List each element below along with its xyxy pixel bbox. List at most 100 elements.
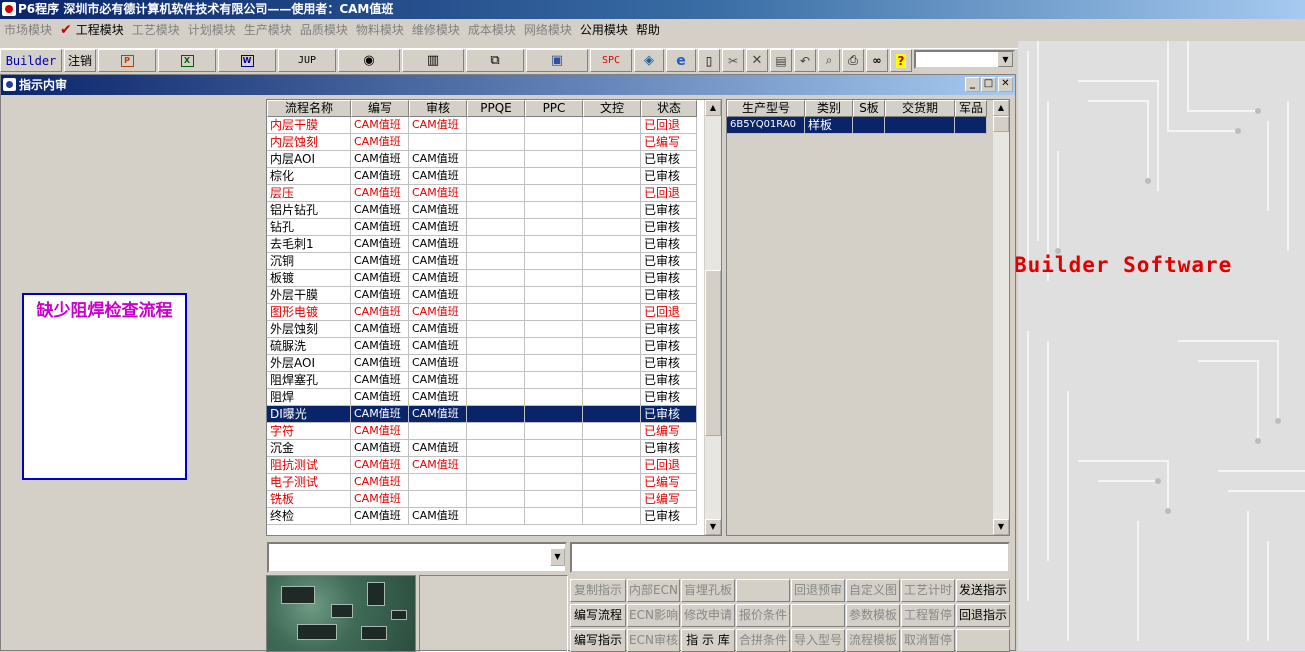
column-header[interactable]: 军品 — [955, 100, 987, 117]
column-header[interactable]: PPQE — [467, 100, 525, 117]
action-button[interactable]: ECN审核 — [627, 629, 680, 652]
action-button[interactable]: 发送指示 — [956, 579, 1010, 602]
scroll-thumb[interactable] — [993, 116, 1009, 132]
menu-item[interactable]: 工程模块 — [72, 19, 128, 41]
chevron-down-icon[interactable]: ▼ — [998, 52, 1013, 67]
action-button[interactable]: 修改申请 — [681, 604, 735, 627]
column-header[interactable]: 编写 — [351, 100, 409, 117]
column-header[interactable]: PPC — [525, 100, 583, 117]
preview-button[interactable]: ⌕ — [818, 49, 840, 72]
column-header[interactable]: 类别 — [805, 100, 853, 117]
model-grid[interactable]: 生产型号 类别 S板 交货期 军品 6B5YQ01RA0 样板 ▲ ▼ — [726, 99, 1010, 536]
column-header[interactable]: 交货期 — [885, 100, 955, 117]
menu-item[interactable]: 物料模块 — [352, 19, 408, 41]
maximize-button[interactable]: □ — [981, 77, 996, 92]
action-button[interactable]: 参数模板 — [846, 604, 900, 627]
action-button[interactable]: 流程模板 — [846, 629, 900, 652]
undo-button[interactable]: ↶ — [794, 49, 816, 72]
view-button[interactable]: ◉ — [338, 49, 400, 72]
column-header[interactable]: 文控 — [583, 100, 641, 117]
column-header[interactable]: S板 — [853, 100, 885, 117]
menu-item[interactable]: 帮助 — [632, 19, 664, 41]
package-button[interactable]: ◈ — [634, 49, 664, 72]
table-cell: CAM值班 — [351, 321, 409, 338]
column-header[interactable]: 审核 — [409, 100, 467, 117]
table-cell — [525, 287, 583, 304]
word-button[interactable]: W — [218, 49, 276, 72]
menu-item[interactable]: 生产模块 — [240, 19, 296, 41]
menu-item[interactable]: 成本模块 — [464, 19, 520, 41]
find-button[interactable]: ∞ — [866, 49, 888, 72]
model-grid-scrollbar[interactable]: ▲ ▼ — [992, 100, 1009, 535]
help-button[interactable]: ? — [890, 49, 912, 72]
menu-item[interactable]: 工艺模块 — [128, 19, 184, 41]
chevron-down-icon[interactable]: ▼ — [550, 548, 565, 566]
table-cell — [583, 440, 641, 457]
table-cell: 已审核 — [641, 355, 697, 372]
flow-grid-scrollbar[interactable]: ▲ ▼ — [704, 100, 721, 535]
table-cell: CAM值班 — [351, 219, 409, 236]
scroll-up-button[interactable]: ▲ — [705, 100, 721, 116]
delete-button[interactable]: ✕ — [746, 49, 768, 72]
browser-button[interactable]: e — [666, 49, 696, 72]
logout-button[interactable]: 注销 — [64, 49, 96, 72]
action-button[interactable]: 内部ECN — [627, 579, 680, 602]
action-button[interactable]: 复制指示 — [570, 579, 626, 602]
print-button[interactable]: ⎙ — [842, 49, 864, 72]
action-button[interactable]: 合拼条件 — [736, 629, 790, 652]
action-button[interactable]: 工艺计时 — [901, 579, 955, 602]
action-button[interactable]: 编写指示 — [570, 629, 626, 652]
cut-button[interactable]: ✂ — [722, 49, 744, 72]
spc-button[interactable]: SPC — [590, 49, 632, 72]
action-button[interactable]: 指 示 库 — [681, 629, 735, 652]
action-button[interactable]: 自定义图 — [846, 579, 900, 602]
database-button[interactable]: ▥ — [402, 49, 464, 72]
powerpoint-button[interactable]: P — [98, 49, 156, 72]
action-button[interactable] — [736, 579, 790, 602]
action-button[interactable] — [791, 604, 845, 627]
action-button[interactable]: 盲埋孔板 — [681, 579, 735, 602]
computer-button[interactable]: ▣ — [526, 49, 588, 72]
table-cell — [525, 389, 583, 406]
action-button[interactable] — [956, 629, 1010, 652]
jup-button[interactable]: JUP — [278, 49, 336, 72]
action-button[interactable]: 工程暂停 — [901, 604, 955, 627]
column-header[interactable]: 生产型号 — [727, 100, 805, 117]
scroll-down-button[interactable]: ▼ — [993, 519, 1009, 535]
table-cell: CAM值班 — [409, 287, 467, 304]
scroll-up-button[interactable]: ▲ — [993, 100, 1009, 116]
action-button[interactable]: 回退指示 — [956, 604, 1010, 627]
menu-item[interactable]: 市场模块 — [0, 19, 56, 41]
scroll-down-button[interactable]: ▼ — [705, 519, 721, 535]
toolbar-dropdown[interactable]: ▼ — [914, 50, 1015, 69]
minimize-button[interactable]: _ — [965, 77, 980, 92]
scroll-thumb[interactable] — [705, 270, 721, 436]
menu-item[interactable]: 维修模块 — [408, 19, 464, 41]
close-button[interactable]: ✕ — [998, 77, 1013, 92]
table-cell: CAM值班 — [351, 202, 409, 219]
excel-button[interactable]: X — [158, 49, 216, 72]
menu-item[interactable]: 品质模块 — [296, 19, 352, 41]
action-button[interactable]: 编写流程 — [570, 604, 626, 627]
action-button[interactable]: ECN影响 — [627, 604, 680, 627]
menu-item[interactable]: 网络模块 — [520, 19, 576, 41]
action-button[interactable]: 导入型号 — [791, 629, 845, 652]
column-header[interactable]: 流程名称 — [267, 100, 351, 117]
instruction-input[interactable] — [570, 542, 1010, 573]
menu-item[interactable]: 公用模块 — [576, 19, 632, 41]
save-button[interactable]: ▤ — [770, 49, 792, 72]
action-button[interactable]: 取消暂停 — [901, 629, 955, 652]
column-header[interactable]: 状态 — [641, 100, 697, 117]
table-cell: CAM值班 — [409, 253, 467, 270]
menu-item[interactable]: 计划模块 — [184, 19, 240, 41]
flow-select[interactable]: ▼ — [267, 542, 567, 573]
action-button[interactable]: 报价条件 — [736, 604, 790, 627]
network-button[interactable]: ⧉ — [466, 49, 524, 72]
action-button[interactable]: 回退预审 — [791, 579, 845, 602]
flow-grid[interactable]: 流程名称 编写 审核 PPQE PPC 文控 状态 内层干膜 CAM值班 CAM值班 已回退 内层蚀刻… — [266, 99, 722, 536]
table-cell: 已审核 — [641, 406, 697, 423]
new-button[interactable]: ▯ — [698, 49, 720, 72]
builder-button[interactable]: Builder — [0, 49, 62, 72]
table-cell: CAM值班 — [351, 474, 409, 491]
table-cell — [583, 236, 641, 253]
